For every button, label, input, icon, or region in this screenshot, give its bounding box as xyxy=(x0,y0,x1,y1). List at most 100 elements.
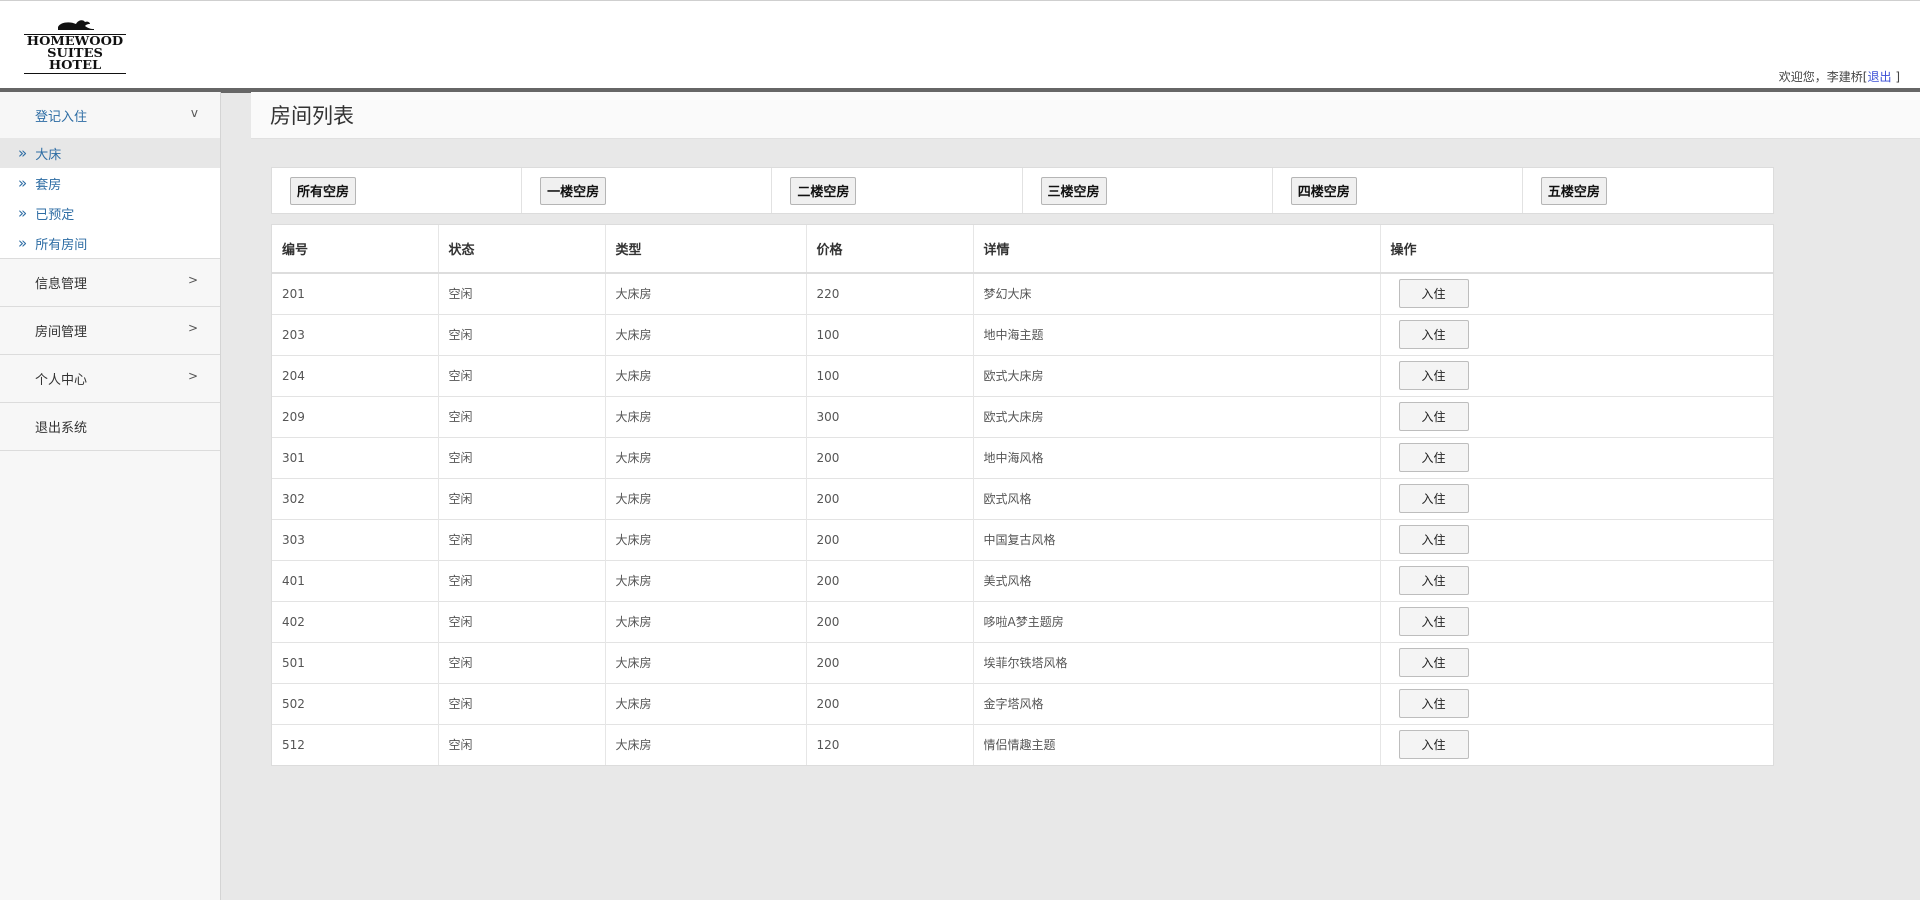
sidebar-group-rooms-toggle[interactable]: 房间管理 > xyxy=(0,307,220,354)
room-status-cell: 空闲 xyxy=(438,682,606,724)
filter-all-vacant-button[interactable]: 所有空房 xyxy=(290,176,357,205)
column-header-type: 类型 xyxy=(605,225,807,274)
check-in-button[interactable]: 入住 xyxy=(1398,689,1469,718)
room-details-cell: 梦幻大床 xyxy=(973,273,1381,314)
room-price-cell: 200 xyxy=(806,518,974,560)
room-status-cell: 空闲 xyxy=(438,559,606,601)
sidebar-group-label: 个人中心 xyxy=(35,373,88,388)
filter-floor4-vacant-button[interactable]: 四楼空房 xyxy=(1290,176,1357,205)
filter-floor2-vacant-button[interactable]: 二楼空房 xyxy=(790,176,857,205)
room-type-cell: 大床房 xyxy=(605,723,807,765)
check-in-button[interactable]: 入住 xyxy=(1398,320,1469,349)
room-type-cell: 大床房 xyxy=(605,600,807,642)
room-details-cell: 欧式风格 xyxy=(973,477,1381,519)
main-content: 房间列表 所有空房 一楼空房 二楼空房 三楼空房 四楼空房 五楼空房 编号 状态… xyxy=(251,92,1920,766)
room-actions-cell: 入住 xyxy=(1380,559,1773,601)
filter-cell: 三楼空房 xyxy=(1023,168,1273,213)
check-in-button[interactable]: 入住 xyxy=(1398,279,1469,309)
sidebar-item-suite[interactable]: » 套房 xyxy=(0,168,220,198)
check-in-button[interactable]: 入住 xyxy=(1398,402,1469,431)
room-number-cell: 501 xyxy=(272,641,439,683)
sidebar-group-label: 登记入住 xyxy=(35,109,88,125)
check-in-button[interactable]: 入住 xyxy=(1398,443,1469,472)
room-details-cell: 金字塔风格 xyxy=(973,682,1381,724)
sidebar-item-label: 已预定 xyxy=(35,207,75,223)
room-type-cell: 大床房 xyxy=(605,559,807,601)
room-status-cell: 空闲 xyxy=(438,518,606,560)
room-price-cell: 200 xyxy=(806,682,974,724)
sidebar-group-label: 信息管理 xyxy=(35,277,88,292)
column-header-status: 状态 xyxy=(438,225,606,274)
check-in-button[interactable]: 入住 xyxy=(1398,566,1469,595)
room-table-container: 编号 状态 类型 价格 详情 操作 201 空闲 大床房 220 梦幻大床 入住 203 空闲… xyxy=(271,224,1774,766)
hotel-logo: HOMEWOOD SUITES HOTEL xyxy=(10,17,140,83)
room-details-cell: 地中海风格 xyxy=(973,436,1381,478)
room-number-cell: 302 xyxy=(272,477,439,519)
room-actions-cell: 入住 xyxy=(1380,518,1773,560)
table-row: 203 空闲 大床房 100 地中海主题 入住 xyxy=(272,313,1773,355)
room-price-cell: 200 xyxy=(806,477,974,519)
sidebar: 登记入住 v » 大床 » 套房 » 已预定 » 所有房间 信息管理 > 房间管… xyxy=(0,92,221,900)
room-type-cell: 大床房 xyxy=(605,313,807,355)
sidebar-exit-system[interactable]: 退出系统 xyxy=(0,403,220,450)
sidebar-group-info: 信息管理 > xyxy=(0,259,220,307)
sidebar-item-reserved[interactable]: » 已预定 xyxy=(0,198,220,228)
room-details-cell: 哆啦A梦主题房 xyxy=(973,600,1381,642)
check-in-button[interactable]: 入住 xyxy=(1398,484,1469,513)
sidebar-item-all-rooms[interactable]: » 所有房间 xyxy=(0,228,220,258)
room-number-cell: 512 xyxy=(272,723,439,765)
room-type-cell: 大床房 xyxy=(605,641,807,683)
duck-logo-icon xyxy=(58,20,94,30)
sidebar-item-king-bed[interactable]: » 大床 xyxy=(0,138,220,168)
check-in-button[interactable]: 入住 xyxy=(1398,607,1469,636)
room-number-cell: 301 xyxy=(272,436,439,478)
sidebar-group-exit: 退出系统 xyxy=(0,403,220,451)
room-type-cell: 大床房 xyxy=(605,477,807,519)
sidebar-group-info-toggle[interactable]: 信息管理 > xyxy=(0,259,220,306)
room-actions-cell: 入住 xyxy=(1380,682,1773,724)
page-title-bar: 房间列表 xyxy=(251,92,1920,139)
filter-floor5-vacant-button[interactable]: 五楼空房 xyxy=(1540,176,1607,205)
chevron-right-icon: > xyxy=(187,273,198,287)
floor-filter-bar: 所有空房 一楼空房 二楼空房 三楼空房 四楼空房 五楼空房 xyxy=(271,167,1774,214)
welcome-text: 欢迎您，李建桥[ xyxy=(1778,70,1868,84)
double-chevron-right-icon: » xyxy=(18,233,28,252)
sidebar-group-profile-toggle[interactable]: 个人中心 > xyxy=(0,355,220,402)
room-table-body: 201 空闲 大床房 220 梦幻大床 入住 203 空闲 大床房 100 地中海主题 入住 204 空闲… xyxy=(272,273,1773,765)
room-number-cell: 203 xyxy=(272,313,439,355)
chevron-right-icon: > xyxy=(187,369,198,383)
filter-floor3-vacant-button[interactable]: 三楼空房 xyxy=(1040,176,1107,205)
room-details-cell: 地中海主题 xyxy=(973,313,1381,355)
check-in-button[interactable]: 入住 xyxy=(1398,525,1469,554)
room-details-cell: 欧式大床房 xyxy=(973,395,1381,437)
table-row: 201 空闲 大床房 220 梦幻大床 入住 xyxy=(272,273,1773,314)
room-actions-cell: 入住 xyxy=(1380,436,1773,478)
room-number-cell: 209 xyxy=(272,395,439,437)
check-in-button[interactable]: 入住 xyxy=(1398,730,1469,760)
logout-link[interactable]: 退出 xyxy=(1867,70,1891,84)
room-price-cell: 120 xyxy=(806,723,974,765)
room-price-cell: 200 xyxy=(806,641,974,683)
column-header-number: 编号 xyxy=(272,225,439,274)
user-bar: 欢迎您，李建桥[退出 ] xyxy=(1779,68,1900,85)
filter-floor1-vacant-button[interactable]: 一楼空房 xyxy=(540,176,607,205)
room-number-cell: 402 xyxy=(272,600,439,642)
room-number-cell: 204 xyxy=(272,354,439,396)
check-in-button[interactable]: 入住 xyxy=(1398,648,1469,677)
top-header: HOMEWOOD SUITES HOTEL 欢迎您，李建桥[退出 ] xyxy=(0,0,1920,93)
room-price-cell: 200 xyxy=(806,559,974,601)
room-status-cell: 空闲 xyxy=(438,273,606,314)
check-in-button[interactable]: 入住 xyxy=(1398,361,1469,390)
column-header-price: 价格 xyxy=(806,225,974,274)
room-status-cell: 空闲 xyxy=(438,723,606,765)
table-row: 204 空闲 大床房 100 欧式大床房 入住 xyxy=(272,354,1773,396)
table-header-row: 编号 状态 类型 价格 详情 操作 xyxy=(272,225,1773,274)
filter-cell: 所有空房 xyxy=(272,168,523,213)
double-chevron-right-icon: » xyxy=(18,203,28,222)
sidebar-item-label: 所有房间 xyxy=(35,237,88,253)
sidebar-group-checkin-toggle[interactable]: 登记入住 v xyxy=(0,92,220,138)
room-type-cell: 大床房 xyxy=(605,436,807,478)
room-details-cell: 美式风格 xyxy=(973,559,1381,601)
room-table: 编号 状态 类型 价格 详情 操作 201 空闲 大床房 220 梦幻大床 入住 203 空闲… xyxy=(272,225,1773,765)
column-header-details: 详情 xyxy=(973,225,1381,274)
